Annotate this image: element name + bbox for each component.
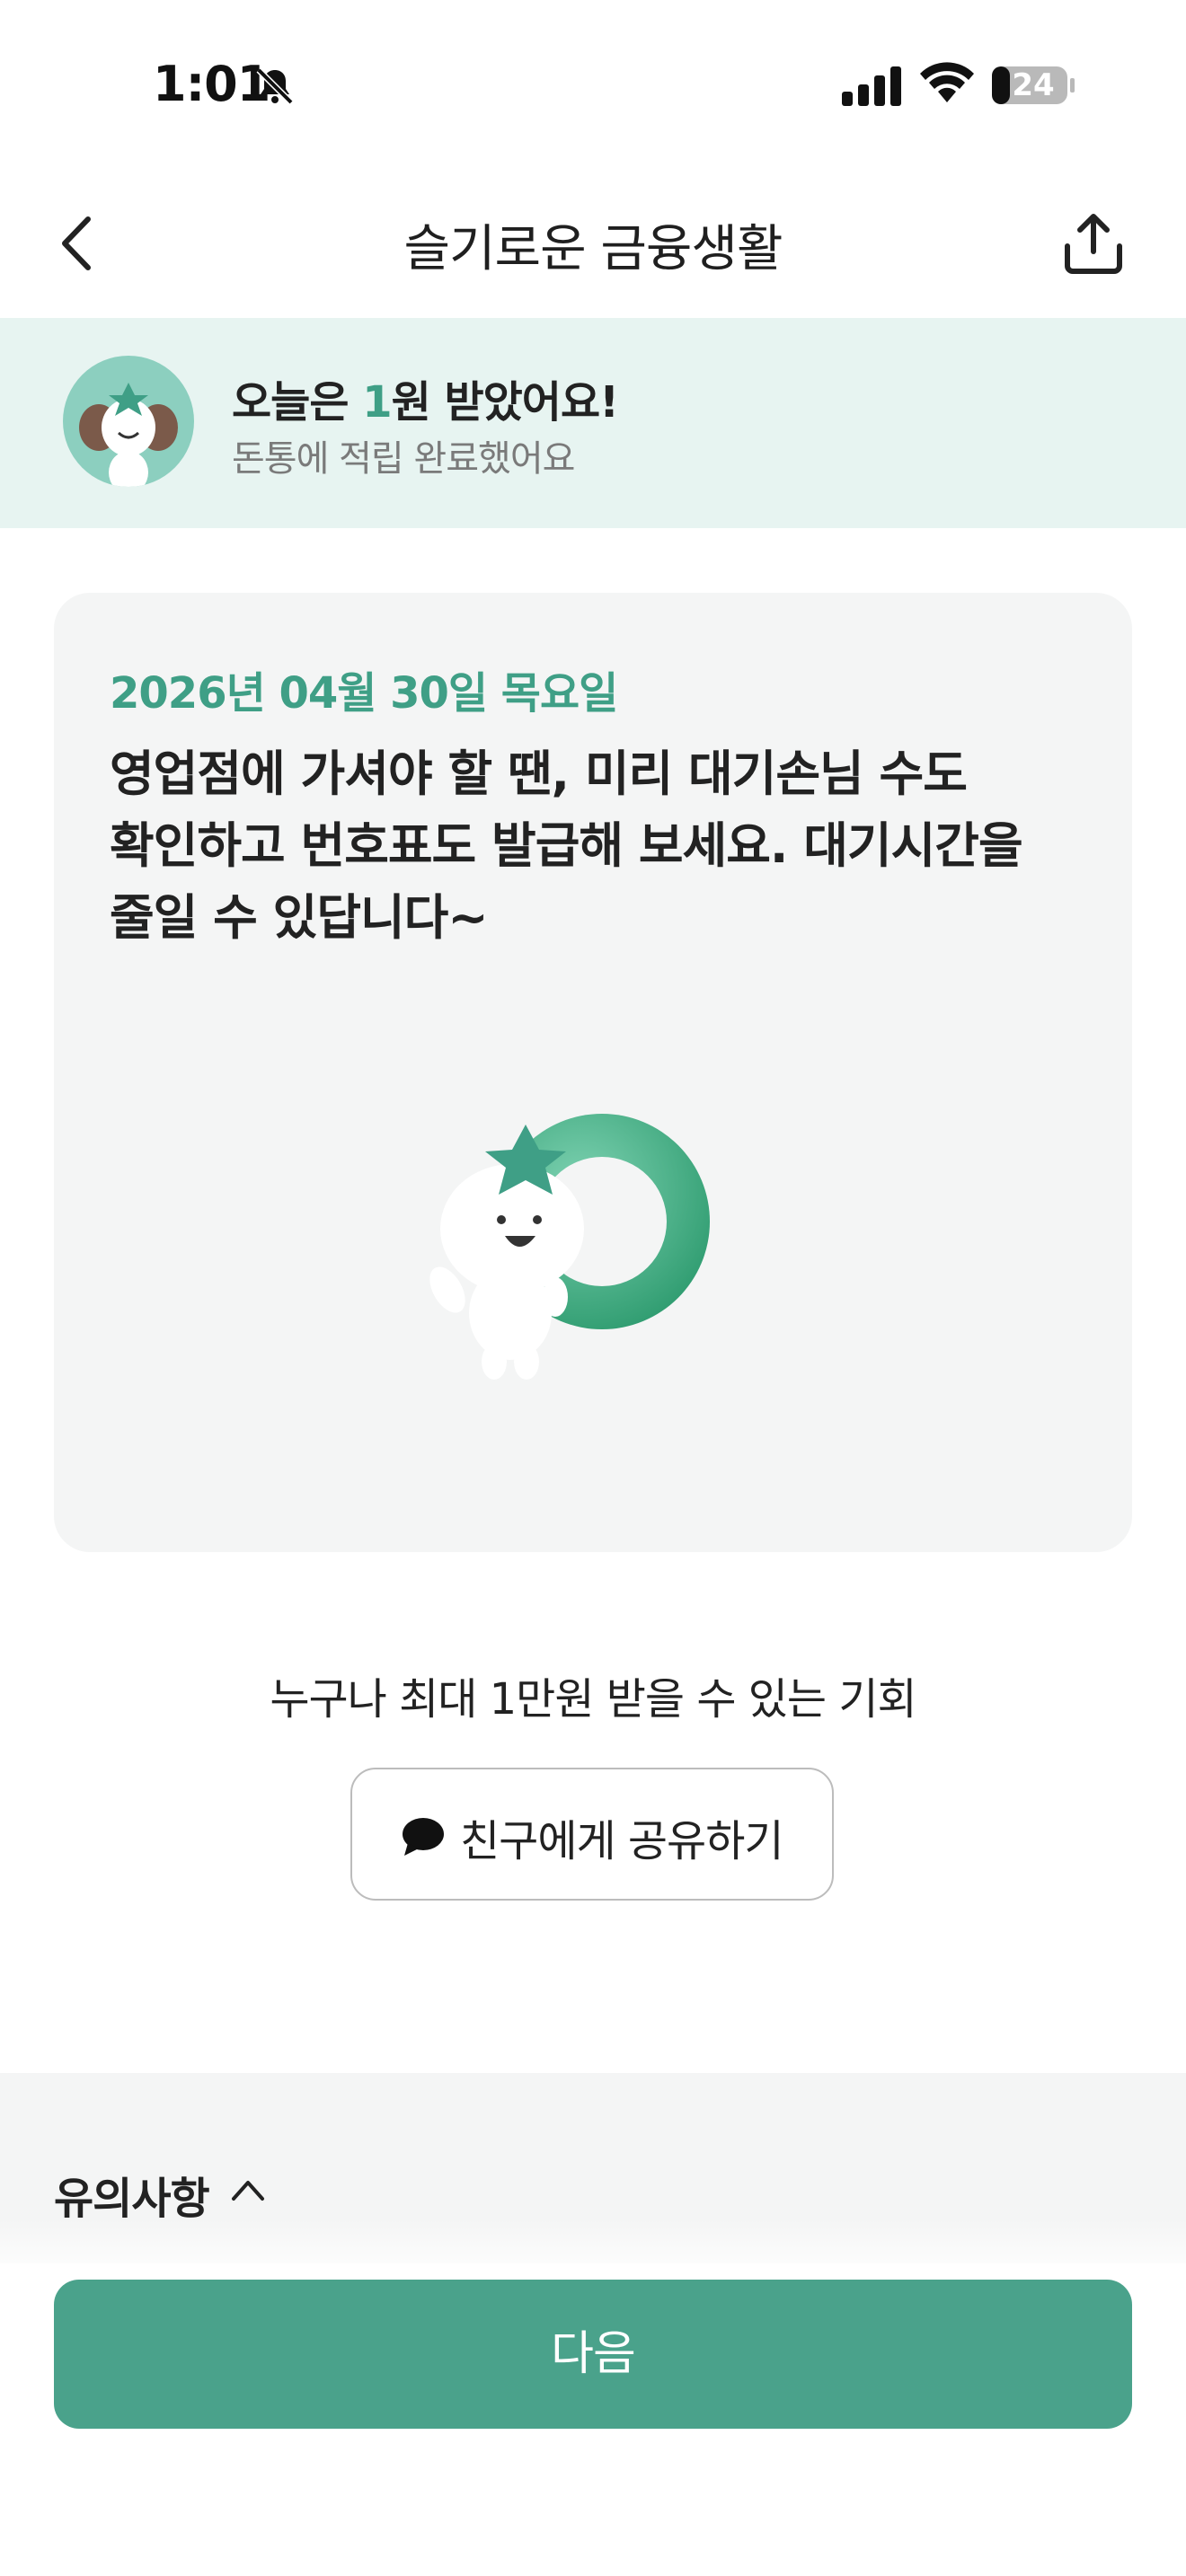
banner-title: 오늘은 1원 받았어요! <box>232 377 619 428</box>
character-avatar <box>63 356 194 487</box>
character-ring-illustration <box>429 1114 710 1380</box>
battery-level: 24 <box>1012 67 1055 103</box>
signal-icon <box>842 66 901 106</box>
next-button-label: 다음 <box>551 2327 636 2381</box>
share-upload-icon[interactable] <box>1060 210 1127 277</box>
chevron-up-icon[interactable] <box>228 2175 268 2204</box>
page-title: 슬기로운 금융생활 <box>403 220 783 278</box>
tip-date: 2026년 04월 30일 목요일 <box>110 668 618 719</box>
share-button-label: 친구에게 공유하기 <box>460 1816 784 1866</box>
speech-bubble-icon <box>403 1818 444 1856</box>
tip-card <box>54 593 1132 1552</box>
wifi-icon <box>920 62 974 102</box>
bell-slash-icon <box>256 67 294 105</box>
status-time: 1:01 <box>153 56 270 112</box>
tip-text: 영업점에 가셔야 할 땐, 미리 대기손님 수도 확인하고 번호표도 발급해 보… <box>110 745 1023 946</box>
reward-amount: 1 <box>362 377 392 428</box>
promo-text: 누구나 최대 1만원 받을 수 있는 기회 <box>270 1674 916 1725</box>
notice-toggle[interactable]: 유의사항 <box>54 2163 210 2226</box>
banner-subtitle: 돈통에 적립 완료했어요 <box>232 438 575 480</box>
